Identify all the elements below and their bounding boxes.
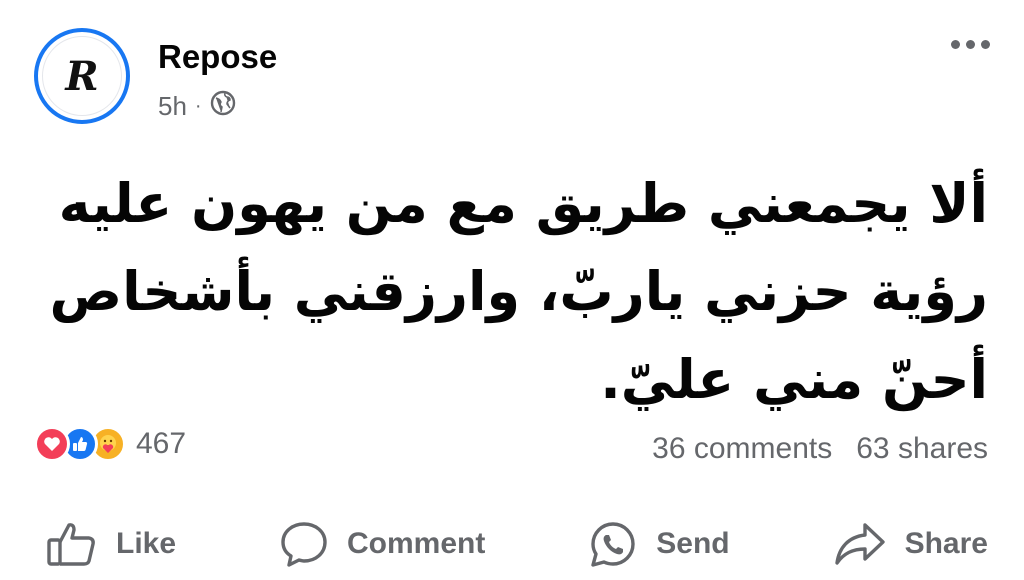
whatsapp-icon bbox=[588, 520, 638, 568]
comment-button[interactable]: Comment bbox=[279, 512, 485, 576]
send-button[interactable]: Send bbox=[588, 512, 730, 576]
globe-icon[interactable] bbox=[210, 90, 236, 123]
reaction-count: 467 bbox=[136, 427, 187, 460]
like-label: Like bbox=[116, 527, 177, 560]
post-time[interactable]: 5h bbox=[158, 91, 187, 122]
share-button[interactable]: Share bbox=[833, 512, 988, 576]
avatar-letter: R bbox=[65, 52, 99, 100]
thumbs-up-icon bbox=[46, 520, 98, 568]
comments-count-link[interactable]: 36 comments bbox=[652, 432, 832, 466]
post-text-line: أحنّ مني عليّ. bbox=[600, 348, 988, 411]
comment-label: Comment bbox=[346, 527, 486, 560]
avatar[interactable]: R bbox=[34, 28, 130, 124]
post-text: ألا يجمعني طريق مع من يهون عليه رؤية حزن… bbox=[28, 160, 989, 424]
post-stats: 36 comments 63 shares bbox=[652, 432, 988, 466]
send-label: Send bbox=[656, 527, 730, 560]
meta-separator: · bbox=[194, 95, 202, 117]
post-card: R Repose 5h · ألا يجمعني طريق مع من يهون… bbox=[0, 0, 1024, 580]
author-name[interactable]: Repose bbox=[158, 38, 277, 76]
like-button[interactable]: Like bbox=[46, 512, 176, 576]
share-label: Share bbox=[904, 527, 988, 560]
reactions-summary[interactable]: 467 bbox=[34, 426, 186, 462]
action-bar: Like Comment Send Share bbox=[0, 512, 1024, 576]
post-text-line: رؤية حزني ياربّ، وارزقني بأشخاص bbox=[49, 260, 989, 323]
more-options-icon[interactable] bbox=[951, 40, 990, 49]
comment-bubble-icon bbox=[279, 520, 329, 568]
post-text-line: ألا يجمعني طريق مع من يهون عليه bbox=[58, 172, 988, 235]
post-meta: 5h · bbox=[158, 90, 236, 123]
shares-count-link[interactable]: 63 shares bbox=[856, 432, 988, 466]
avatar-image: R bbox=[42, 36, 122, 116]
share-arrow-icon bbox=[833, 520, 887, 568]
love-reaction-icon bbox=[34, 426, 70, 462]
